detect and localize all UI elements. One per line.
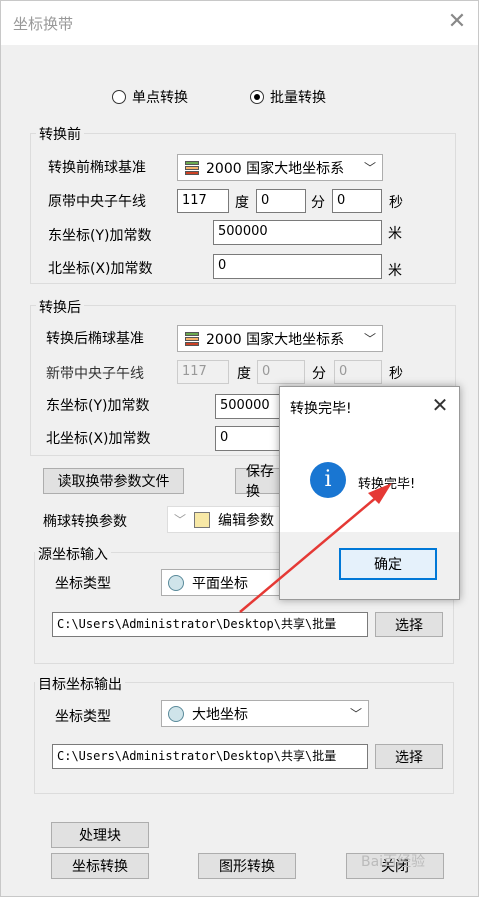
arrow-line (239, 495, 379, 613)
annotation-arrow (239, 483, 392, 613)
